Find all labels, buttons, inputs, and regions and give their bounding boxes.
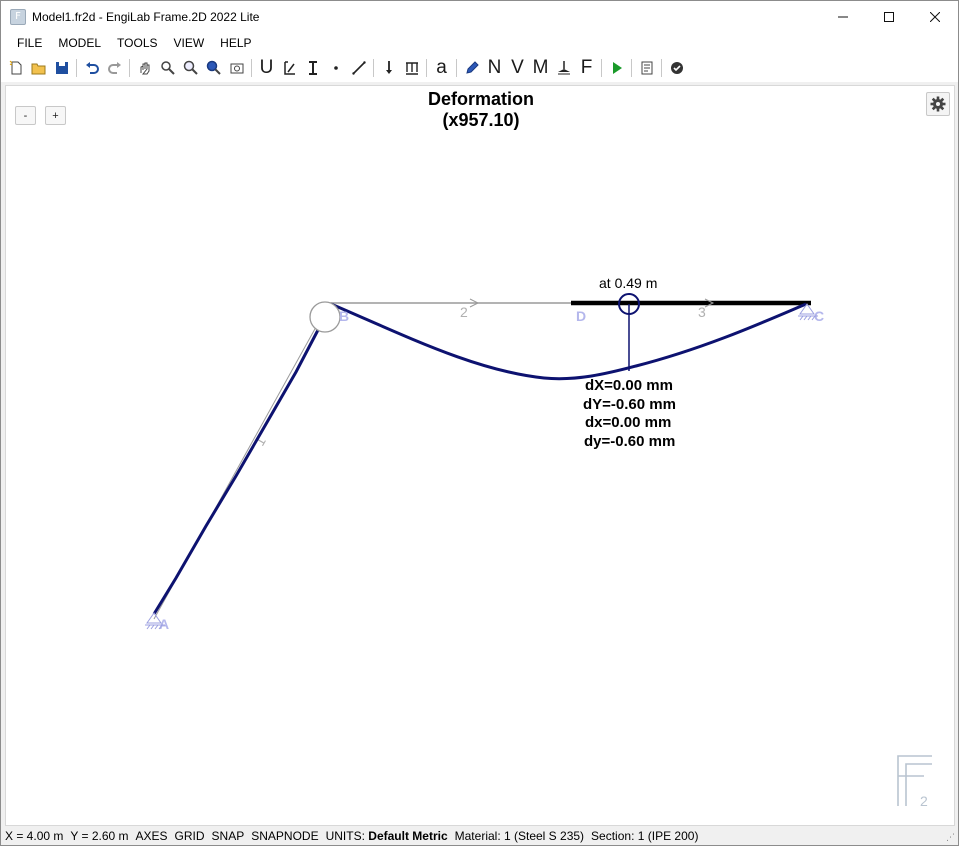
toolbar-separator: [661, 59, 662, 77]
member-3-label: 3: [698, 304, 706, 320]
structure-diagram: 2 3 1 at 0.49 m dX=0.00 mm dY=-0.60 mm d…: [145, 275, 932, 809]
window-title: Model1.fr2d - EngiLab Frame.2D 2022 Lite: [32, 9, 260, 24]
frame2d-app-icon: F: [10, 8, 26, 25]
resize-grip-icon[interactable]: ⋰: [946, 832, 955, 843]
open-file-icon[interactable]: [27, 56, 50, 80]
menu-model[interactable]: MODEL: [50, 36, 109, 50]
forces-button[interactable]: F: [575, 56, 598, 80]
redo-icon[interactable]: [103, 56, 126, 80]
menu-bar: FILE MODEL TOOLS VIEW HELP: [1, 32, 958, 54]
maximize-icon[interactable]: [866, 1, 912, 32]
hinge-node-b[interactable]: [309, 301, 341, 333]
status-axes-toggle[interactable]: AXES: [136, 829, 168, 843]
pencil-icon[interactable]: [460, 56, 483, 80]
drawing-canvas[interactable]: - + Deformation (x957.10) 2 3 1 at 0.49 …: [5, 85, 955, 826]
readout-dX: dX=0.00 mm: [585, 377, 673, 394]
status-x-coordinate: X = 4.00 m: [5, 828, 64, 843]
status-snapnode-toggle[interactable]: SNAPNODE: [251, 829, 318, 843]
probe-position-label: at 0.49 m: [599, 275, 657, 291]
status-bar: X = 4.00 m Y = 2.60 m AXES GRID SNAP SNA…: [1, 826, 958, 845]
menu-file[interactable]: FILE: [9, 36, 50, 50]
units-tool-button[interactable]: U: [255, 56, 278, 80]
readout-dy-local: dy=-0.60 mm: [584, 433, 675, 450]
status-units-label: UNITS:: [325, 828, 365, 843]
check-icon[interactable]: [665, 56, 688, 80]
minimize-icon[interactable]: [820, 1, 866, 32]
zoom-window-icon[interactable]: [156, 56, 179, 80]
zoom-in-icon[interactable]: [179, 56, 202, 80]
title-bar: F Model1.fr2d - EngiLab Frame.2D 2022 Li…: [1, 1, 958, 32]
run-analysis-icon[interactable]: [605, 56, 628, 80]
point-load-icon[interactable]: [377, 56, 400, 80]
readout-dx-local: dx=0.00 mm: [585, 414, 671, 431]
frame2d-logo-icon: 2: [897, 755, 932, 809]
status-snap-toggle[interactable]: SNAP: [212, 829, 245, 843]
pan-icon[interactable]: [133, 56, 156, 80]
menu-help[interactable]: HELP: [212, 36, 259, 50]
toolbar-separator: [631, 59, 632, 77]
toolbar-separator: [251, 59, 252, 77]
toolbar-separator: [601, 59, 602, 77]
material-icon[interactable]: [278, 56, 301, 80]
status-y-coordinate: Y = 2.60 m: [70, 828, 129, 843]
toolbar-separator: [456, 59, 457, 77]
zoom-previous-icon[interactable]: [225, 56, 248, 80]
app-window: F Model1.fr2d - EngiLab Frame.2D 2022 Li…: [0, 0, 959, 846]
toolbar-separator: [76, 59, 77, 77]
svg-text:2: 2: [920, 793, 928, 809]
menu-view[interactable]: VIEW: [166, 36, 213, 50]
window-controls: [820, 1, 958, 32]
toolbar-separator: [373, 59, 374, 77]
axial-force-button[interactable]: N: [483, 56, 506, 80]
shear-force-button[interactable]: V: [506, 56, 529, 80]
node-icon[interactable]: [324, 56, 347, 80]
new-file-icon[interactable]: [4, 56, 27, 80]
save-icon[interactable]: [50, 56, 73, 80]
report-icon[interactable]: [635, 56, 658, 80]
distributed-load-icon[interactable]: [400, 56, 423, 80]
section-icon[interactable]: [301, 56, 324, 80]
analysis-a-button[interactable]: a: [430, 56, 453, 80]
status-units[interactable]: UNITS: Default Metric: [326, 829, 448, 843]
toolbar-separator: [426, 59, 427, 77]
node-label-a: A: [159, 616, 169, 632]
node-label-b: B: [339, 308, 349, 324]
menu-tools[interactable]: TOOLS: [109, 36, 165, 50]
toolbar-separator: [129, 59, 130, 77]
status-section[interactable]: Section: 1 (IPE 200): [591, 829, 698, 843]
readout-dY: dY=-0.60 mm: [583, 396, 676, 413]
close-icon[interactable]: [912, 1, 958, 32]
status-units-value: Default Metric: [368, 828, 448, 843]
member-2-label: 2: [460, 304, 468, 320]
zoom-extents-icon[interactable]: [202, 56, 225, 80]
element-icon[interactable]: [347, 56, 370, 80]
status-material[interactable]: Material: 1 (Steel S 235): [455, 829, 584, 843]
toolbar: U a N V M F: [1, 54, 958, 82]
reactions-icon[interactable]: [552, 56, 575, 80]
undo-icon[interactable]: [80, 56, 103, 80]
node-label-d: D: [576, 308, 586, 324]
status-grid-toggle[interactable]: GRID: [175, 829, 205, 843]
deformed-members-2-3: [330, 302, 807, 381]
bending-moment-button[interactable]: M: [529, 56, 552, 80]
